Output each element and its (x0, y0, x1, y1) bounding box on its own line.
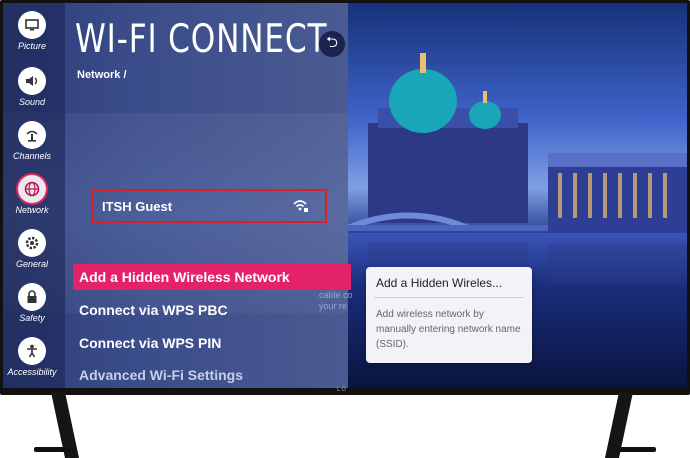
picture-icon (18, 11, 46, 39)
tooltip-body: Add wireless network by manually enterin… (376, 309, 521, 350)
sidebar-item-safety[interactable]: Safety (3, 283, 61, 323)
speaker-icon (18, 67, 46, 95)
sidebar-item-channels[interactable]: Channels (3, 121, 61, 161)
tooltip-divider (374, 297, 524, 298)
brand-logo: LG (337, 387, 348, 393)
back-arrow-icon: ⮌ (325, 33, 338, 51)
antenna-icon (18, 121, 46, 149)
sidebar-item-sound[interactable]: Sound (3, 67, 61, 107)
wifi-secure-icon (293, 199, 309, 218)
globe-icon (18, 175, 46, 203)
tooltip-title: Add a Hidden Wireles... (376, 276, 503, 290)
sidebar-item-label: Channels (12, 151, 52, 161)
back-button[interactable]: ⮌ (319, 31, 345, 57)
help-tooltip: Add a Hidden Wireles... Add wireless net… (366, 267, 532, 363)
tv-foot-right (616, 447, 656, 452)
sidebar-item-accessibility[interactable]: Accessibility (3, 337, 61, 377)
breadcrumb: Network / (77, 69, 127, 81)
lock-icon (18, 283, 46, 311)
page-title: WI-FI CONNECT (75, 17, 328, 62)
menu-item-add-hidden-network[interactable]: Add a Hidden Wireless Network (73, 264, 351, 290)
sidebar-item-network[interactable]: Network (3, 175, 61, 215)
network-name: ITSH Guest (102, 199, 173, 214)
sidebar-item-label: Accessibility (7, 367, 57, 377)
sidebar-item-label: Network (15, 205, 49, 215)
gear-icon (18, 229, 46, 257)
sidebar-item-general[interactable]: General (3, 229, 61, 269)
menu-item-connect-wps-pbc[interactable]: Connect via WPS PBC (73, 297, 351, 323)
sidebar-item-label: General (15, 259, 49, 269)
sidebar-item-picture[interactable]: Picture (3, 11, 61, 51)
menu-item-connect-wps-pin[interactable]: Connect via WPS PIN (73, 330, 351, 356)
tv-bezel: Picture Sound Channels Network General S… (0, 0, 690, 395)
sidebar-item-label: Picture (17, 41, 46, 51)
sidebar-item-label: Sound (18, 97, 46, 107)
tv-foot-left (34, 447, 74, 452)
person-icon (18, 337, 46, 365)
sidebar-item-label: Safety (19, 313, 45, 323)
network-item-itsh-guest[interactable]: ITSH Guest (91, 189, 327, 223)
settings-sidebar: Picture Sound Channels Network General S… (3, 3, 65, 388)
menu-item-advanced-wifi-settings[interactable]: Advanced Wi-Fi Settings (73, 362, 351, 388)
tv-screen: Picture Sound Channels Network General S… (3, 3, 687, 388)
